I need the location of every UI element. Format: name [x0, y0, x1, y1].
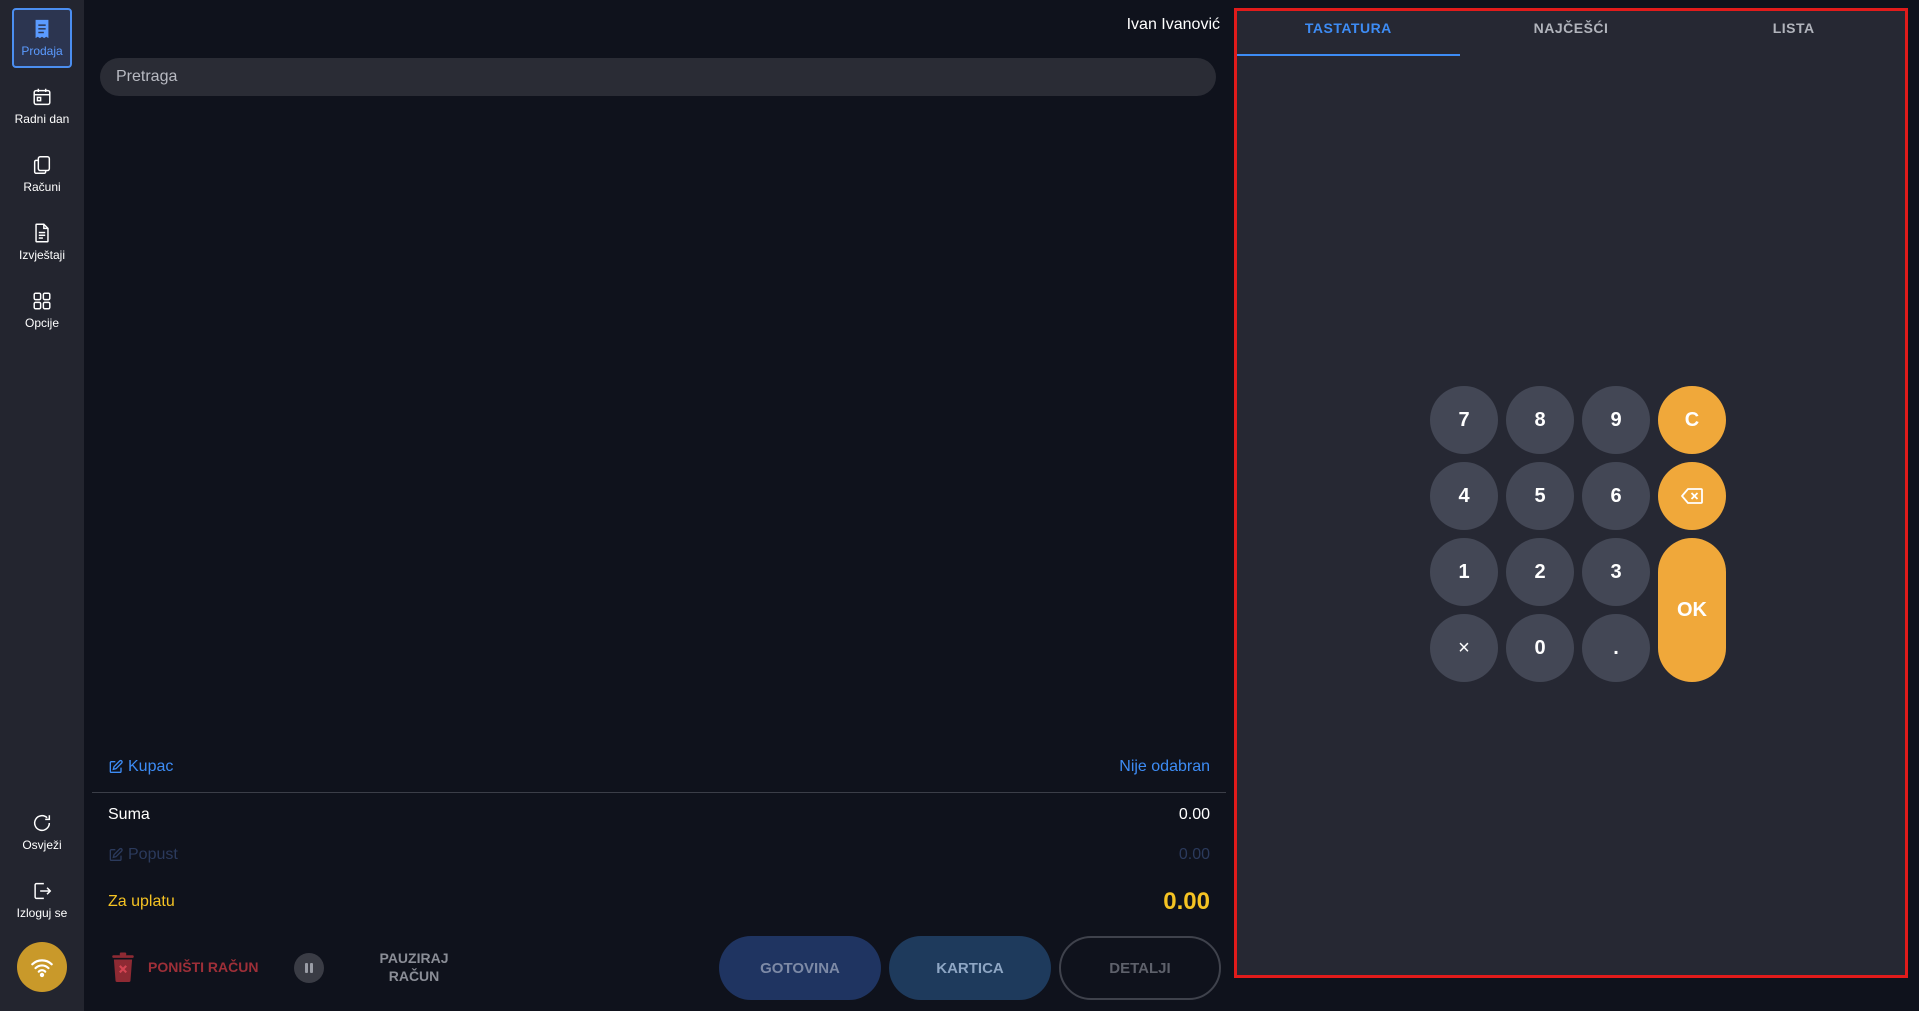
sidebar-item-izloguj[interactable]: Izloguj se: [12, 870, 72, 930]
pos-app: Prodaja Radni dan Računi Izvještaji Osvj…: [0, 0, 1919, 1011]
sum-label: Suma: [108, 806, 150, 823]
pause-icon: [305, 963, 313, 973]
sidebar-item-label: Osvježi: [22, 838, 62, 852]
key-decimal[interactable]: .: [1582, 614, 1650, 682]
summary-divider: [92, 792, 1226, 793]
logout-icon: [34, 882, 52, 900]
sidebar-item-label: Računi: [23, 180, 61, 194]
key-clear[interactable]: C: [1658, 386, 1726, 454]
cash-button[interactable]: GOTOVINA: [719, 936, 881, 1000]
cancel-receipt-label: PONIŠTI RAČUN: [148, 959, 259, 975]
backspace-icon: [1681, 488, 1703, 504]
sidebar-item-osvjezi[interactable]: Osvježi: [12, 802, 72, 862]
key-8[interactable]: 8: [1506, 386, 1574, 454]
search-input[interactable]: [100, 58, 1216, 96]
sidebar-item-radni-dan[interactable]: Radni dan: [12, 76, 72, 136]
sum-row: Suma 0.00: [108, 806, 1210, 824]
key-1[interactable]: 1: [1430, 538, 1498, 606]
sidebar-item-label: Prodaja: [21, 44, 63, 58]
sidebar-item-label: Opcije: [24, 316, 59, 330]
key-3[interactable]: 3: [1582, 538, 1650, 606]
keypad-panel: TASTATURA NAJČEŠĆI LISTA 7 8 9 C 4 5 6 1…: [1234, 8, 1908, 978]
sidebar-item-label: Izloguj se: [16, 906, 68, 920]
key-5[interactable]: 5: [1506, 462, 1574, 530]
pause-receipt-button[interactable]: PAUZIRAJ RAČUN: [354, 949, 474, 985]
total-value: 0.00: [1163, 888, 1210, 915]
receipt-icon: [35, 19, 49, 39]
panel-tabs: TASTATURA NAJČEŠĆI LISTA: [1237, 11, 1905, 56]
sidebar-item-opcije[interactable]: Osvježi Opcije: [12, 280, 72, 340]
pause-receipt-icon-button[interactable]: [294, 953, 324, 983]
sidebar-item-prodaja[interactable]: Prodaja: [12, 8, 72, 68]
details-button[interactable]: DETALJI: [1059, 936, 1221, 1000]
customer-edit-button[interactable]: Kupac: [108, 758, 173, 776]
document-icon: [35, 223, 49, 243]
pause-label-line2: RAČUN: [388, 968, 440, 984]
connection-status-button[interactable]: [17, 942, 67, 992]
key-backspace[interactable]: [1658, 462, 1726, 530]
key-6[interactable]: 6: [1582, 462, 1650, 530]
sidebar-item-racuni[interactable]: Računi: [12, 144, 72, 204]
tab-tastatura[interactable]: TASTATURA: [1237, 11, 1460, 56]
total-row: Za uplatu 0.00: [108, 888, 1210, 916]
sidebar-item-izvjestaji[interactable]: Izvještaji: [12, 212, 72, 272]
key-4[interactable]: 4: [1430, 462, 1498, 530]
key-multiply[interactable]: ×: [1430, 614, 1498, 682]
grid-icon: [33, 292, 51, 310]
key-9[interactable]: 9: [1582, 386, 1650, 454]
discount-edit-button[interactable]: Popust: [108, 846, 178, 864]
calendar-icon: [33, 88, 51, 106]
sidebar-item-label: Izvještaji: [18, 248, 65, 262]
key-2[interactable]: 2: [1506, 538, 1574, 606]
customer-value[interactable]: Nije odabran: [1119, 758, 1210, 776]
key-0[interactable]: 0: [1506, 614, 1574, 682]
copy-icon: [33, 156, 51, 174]
sum-value: 0.00: [1178, 806, 1210, 823]
user-name: Ivan Ivanović: [1126, 16, 1220, 33]
edit-icon: [109, 759, 123, 773]
sale-main: Ivan Ivanović Kupac Nije odabran Suma 0.…: [84, 0, 1234, 1011]
wifi-icon: [31, 959, 53, 978]
sidebar-item-label: Radni dan: [14, 112, 70, 126]
cancel-receipt-button[interactable]: PONIŠTI RAČUN: [110, 952, 258, 982]
trash-icon: [112, 952, 134, 982]
discount-value: 0.00: [1178, 846, 1210, 863]
customer-label: Kupac: [128, 758, 174, 775]
key-ok[interactable]: OK: [1658, 538, 1726, 682]
customer-row: Kupac Nije odabran: [108, 758, 1210, 776]
pause-label-line1: PAUZIRAJ: [379, 950, 449, 966]
card-button[interactable]: KARTICA: [889, 936, 1051, 1000]
edit-icon: [109, 847, 123, 861]
tab-lista[interactable]: LISTA: [1682, 11, 1905, 56]
key-7[interactable]: 7: [1430, 386, 1498, 454]
total-label: Za uplatu: [108, 893, 175, 910]
tab-najcesci[interactable]: NAJČEŠĆI: [1460, 11, 1683, 56]
discount-row: Popust 0.00: [108, 846, 1210, 864]
discount-label: Popust: [128, 846, 178, 863]
sidebar: Prodaja Radni dan Računi Izvještaji Osvj…: [0, 0, 84, 1011]
refresh-icon: [33, 815, 51, 832]
